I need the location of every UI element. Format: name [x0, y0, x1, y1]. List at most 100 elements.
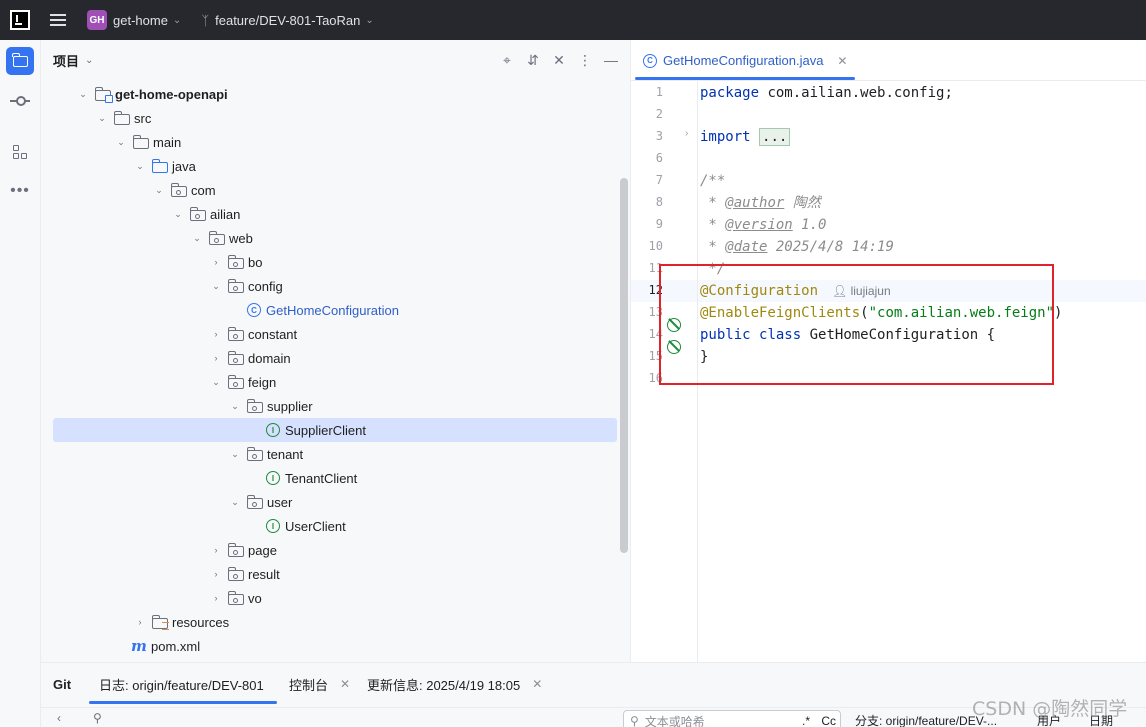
tab-label[interactable]: GetHomeConfiguration.java [663, 53, 823, 68]
project-panel-title[interactable]: 项目 [53, 51, 79, 70]
main-menu-icon[interactable] [50, 14, 66, 26]
tree-item[interactable]: ⌄ web [53, 226, 617, 250]
tree-item[interactable]: ⌄ supplier [53, 394, 617, 418]
chevron-down-icon[interactable]: ⌄ [96, 113, 108, 124]
chevron-down-icon[interactable]: ⌄ [172, 209, 184, 220]
tree-item[interactable]: ⌄ java [53, 154, 617, 178]
package-icon [227, 566, 244, 581]
console-tab[interactable]: 控制台 ✕ [289, 663, 350, 705]
line-number: 10 [648, 239, 663, 253]
tree-item[interactable]: I SupplierClient [53, 418, 617, 442]
tree-item-label: user [267, 494, 293, 510]
chevron-down-icon[interactable]: ⌄ [210, 377, 222, 388]
tree-item[interactable]: › resources [53, 610, 617, 634]
close-icon[interactable]: ✕ [837, 54, 847, 68]
project-name[interactable]: get-home [113, 13, 168, 28]
fold-arrow-icon[interactable]: › [685, 128, 688, 139]
resources-folder-icon [151, 614, 169, 630]
package-icon [246, 446, 263, 461]
collapse-all-icon[interactable]: ✕ [551, 52, 567, 69]
git-branch-icon[interactable]: ᛉ [201, 13, 209, 28]
class-icon: C [247, 303, 261, 317]
tree-item[interactable]: › constant [53, 322, 617, 346]
tree-item[interactable]: ⌄ user [53, 490, 617, 514]
git-title[interactable]: Git [53, 663, 71, 705]
locate-icon[interactable]: ⌖ [499, 52, 515, 69]
chevron-down-icon[interactable]: ⌄ [191, 233, 203, 244]
chevron-down-icon[interactable]: ⌄ [115, 137, 127, 148]
code-line: import ... [700, 126, 791, 148]
tree-item[interactable]: ⌄ feign [53, 370, 617, 394]
options-icon[interactable]: ⋮ [577, 52, 593, 69]
tree-item[interactable]: ⌄ src [53, 106, 617, 130]
code-line: * @author 陶然 [700, 195, 821, 211]
structure-tool-button[interactable] [6, 138, 34, 166]
chevron-down-icon[interactable]: ⌄ [153, 185, 165, 196]
chevron-right-icon[interactable]: › [210, 329, 222, 339]
expand-all-icon[interactable]: ⇵ [525, 52, 541, 69]
folded-imports[interactable]: ... [759, 128, 791, 146]
log-search-input[interactable]: ⚲ 文本或哈希 .* Cc [623, 710, 841, 727]
chevron-down-icon[interactable]: ⌄ [77, 89, 89, 100]
structure-icon [13, 145, 27, 159]
tree-item-label: vo [248, 590, 262, 606]
tree-item[interactable]: ⌄ main [53, 130, 617, 154]
chevron-down-icon[interactable]: ⌄ [173, 15, 181, 26]
tree-item-label: result [248, 566, 280, 582]
package-icon [227, 374, 244, 389]
chevron-down-icon[interactable]: ⌄ [134, 161, 146, 172]
tree-item[interactable]: › page [53, 538, 617, 562]
project-badge[interactable]: GH [87, 10, 107, 30]
tree-item[interactable]: › vo [53, 586, 617, 610]
tree-item[interactable]: › domain [53, 346, 617, 370]
tree-item[interactable]: ⌄ config [53, 274, 617, 298]
chevron-right-icon[interactable]: › [210, 257, 222, 267]
tree-item[interactable]: I TenantClient [53, 466, 617, 490]
tree-item-label: TenantClient [285, 470, 358, 486]
commit-tool-button[interactable] [6, 87, 34, 115]
project-tool-button[interactable] [6, 47, 34, 75]
search-icon[interactable]: ⚲ [93, 711, 102, 725]
chevron-right-icon[interactable]: › [210, 545, 222, 555]
editor-tab-bar: C GetHomeConfiguration.java ✕ [631, 40, 1146, 81]
tree-item[interactable]: ⌄ tenant [53, 442, 617, 466]
watermark: CSDN @陶然同学 [972, 698, 1128, 720]
tree-item[interactable]: ⌄ get-home-openapi [53, 82, 617, 106]
tree-item[interactable]: I UserClient [53, 514, 617, 538]
tree-scrollbar[interactable] [620, 178, 628, 553]
tree-item[interactable]: m pom.xml [53, 634, 617, 658]
close-icon[interactable]: ✕ [532, 677, 542, 691]
chevron-down-icon[interactable]: ⌄ [210, 281, 222, 292]
chevron-down-icon[interactable]: ⌄ [85, 55, 93, 66]
chevron-down-icon[interactable]: ⌄ [229, 449, 241, 460]
intellij-logo-icon[interactable] [10, 10, 30, 30]
editor-tab[interactable]: C GetHomeConfiguration.java ✕ [631, 40, 847, 81]
tree-item[interactable]: › result [53, 562, 617, 586]
more-tools-button[interactable]: ••• [6, 177, 34, 205]
tree-item[interactable]: C GetHomeConfiguration [53, 298, 617, 322]
chevron-left-icon[interactable]: ‹ [57, 711, 61, 725]
log-tab[interactable]: 日志: origin/feature/DEV-801 [99, 663, 264, 705]
branch-name[interactable]: feature/DEV-801-TaoRan [215, 13, 360, 28]
hide-icon[interactable]: — [603, 52, 619, 69]
tree-item-label: bo [248, 254, 263, 270]
close-icon[interactable]: ✕ [340, 677, 350, 691]
chevron-right-icon[interactable]: › [210, 353, 222, 363]
chevron-right-icon[interactable]: › [210, 593, 222, 603]
chevron-down-icon[interactable]: ⌄ [365, 15, 373, 26]
match-case-toggle[interactable]: Cc [821, 714, 836, 727]
package-icon [170, 182, 187, 197]
tree-item-label: main [153, 134, 182, 150]
chevron-right-icon[interactable]: › [210, 569, 222, 579]
tree-item[interactable]: › bo [53, 250, 617, 274]
chevron-down-icon[interactable]: ⌄ [229, 497, 241, 508]
chevron-right-icon[interactable]: › [134, 617, 146, 627]
chevron-down-icon[interactable]: ⌄ [229, 401, 241, 412]
tree-item[interactable]: ⌄ ailian [53, 202, 617, 226]
source-root-icon [151, 158, 168, 173]
package-icon [227, 278, 244, 293]
module-folder-icon [94, 86, 113, 103]
update-info-tab[interactable]: 更新信息: 2025/4/19 18:05 ✕ [367, 663, 542, 705]
regex-toggle[interactable]: .* [802, 714, 810, 727]
tree-item[interactable]: ⌄ com [53, 178, 617, 202]
